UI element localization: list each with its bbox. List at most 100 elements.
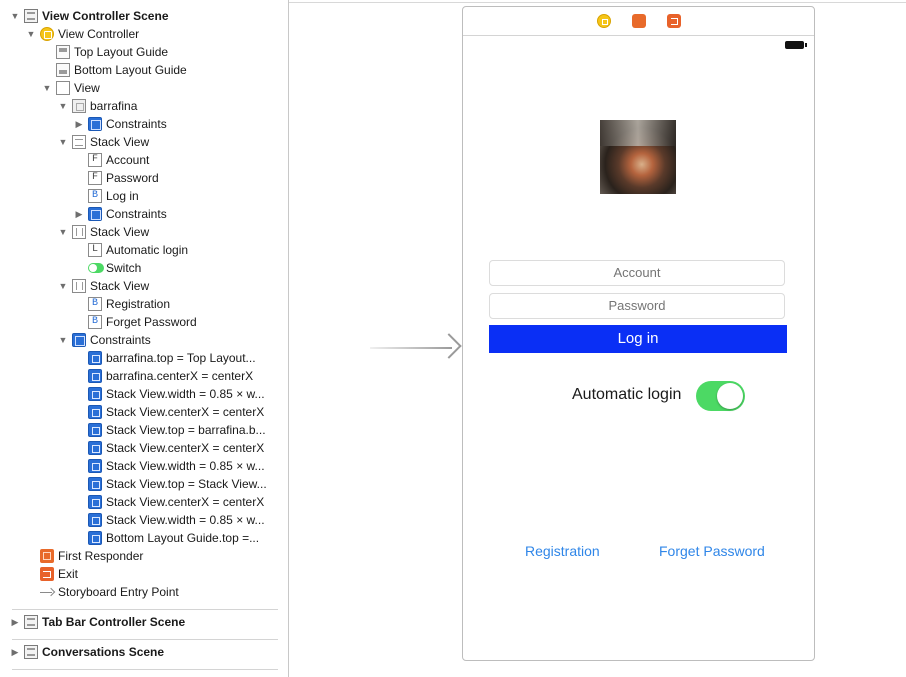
disclosure-expanded-icon[interactable]: ▼ bbox=[58, 277, 68, 295]
outline-row[interactable]: Switch bbox=[0, 259, 288, 277]
barrafina-image-view[interactable] bbox=[600, 120, 676, 194]
outline-row[interactable]: ▼ View bbox=[0, 79, 288, 97]
text-field-icon: F bbox=[88, 171, 102, 185]
outline-row[interactable]: ▼ View Controller bbox=[0, 25, 288, 43]
outline-item-label: Conversations Scene bbox=[42, 645, 165, 659]
outline-row[interactable]: Bottom Layout Guide bbox=[0, 61, 288, 79]
label-icon: L bbox=[88, 243, 102, 257]
outline-item-label: Bottom Layout Guide bbox=[74, 63, 187, 77]
constraint-icon bbox=[88, 351, 102, 365]
disclosure-expanded-icon[interactable]: ▼ bbox=[58, 97, 68, 115]
outline-row[interactable]: B Forget Password bbox=[0, 313, 288, 331]
exit-icon[interactable] bbox=[667, 14, 681, 28]
outline-row[interactable]: Stack View.top = Stack View... bbox=[0, 475, 288, 493]
forget-password-button[interactable]: Forget Password bbox=[659, 543, 765, 559]
outline-item-label: First Responder bbox=[58, 549, 144, 563]
switch-icon bbox=[88, 263, 104, 273]
first-responder-icon[interactable] bbox=[632, 14, 646, 28]
registration-button[interactable]: Registration bbox=[525, 543, 600, 559]
outline-row[interactable]: ▼ Stack View bbox=[0, 277, 288, 295]
outline-row[interactable]: B Registration bbox=[0, 295, 288, 313]
constraint-icon bbox=[88, 495, 102, 509]
outline-item-label: Automatic login bbox=[106, 243, 189, 257]
view-controller-frame[interactable]: Log in Automatic login Registration Forg… bbox=[462, 6, 815, 661]
switch-knob bbox=[717, 383, 743, 409]
disclosure-expanded-icon[interactable]: ▼ bbox=[26, 25, 36, 43]
outline-row[interactable]: ▶ Constraints bbox=[0, 205, 288, 223]
outline-item-label: Stack View bbox=[90, 135, 150, 149]
outline-row[interactable]: F Account bbox=[0, 151, 288, 169]
outline-row[interactable]: First Responder bbox=[0, 547, 288, 565]
outline-row[interactable]: barrafina.centerX = centerX bbox=[0, 367, 288, 385]
outline-row[interactable]: Exit bbox=[0, 565, 288, 583]
outline-row[interactable]: Stack View.top = barrafina.b... bbox=[0, 421, 288, 439]
outline-item-label: Stack View.width = 0.85 × w... bbox=[106, 387, 265, 401]
outline-row[interactable]: Stack View.width = 0.85 × w... bbox=[0, 385, 288, 403]
outline-row[interactable]: Top Layout Guide bbox=[0, 43, 288, 61]
disclosure-expanded-icon[interactable]: ▼ bbox=[58, 331, 68, 349]
outline-row[interactable]: Bottom Layout Guide.top =... bbox=[0, 529, 288, 547]
outline-item-label: Account bbox=[106, 153, 150, 167]
view-controller-icon bbox=[40, 27, 54, 41]
automatic-login-switch[interactable] bbox=[696, 381, 745, 411]
outline-item-label: Stack View.top = Stack View... bbox=[106, 477, 267, 491]
button-icon: B bbox=[88, 315, 102, 329]
outline-row[interactable]: Stack View.width = 0.85 × w... bbox=[0, 457, 288, 475]
view-controller-icon[interactable] bbox=[597, 14, 611, 28]
outline-row[interactable]: Stack View.centerX = centerX bbox=[0, 403, 288, 421]
account-field[interactable] bbox=[489, 260, 785, 286]
outline-item-label: View Controller bbox=[58, 27, 140, 41]
outline-row[interactable]: B Log in bbox=[0, 187, 288, 205]
battery-icon bbox=[785, 41, 807, 49]
exit-icon bbox=[40, 567, 54, 581]
outline-row[interactable]: ▼ barrafina bbox=[0, 97, 288, 115]
outline-row[interactable]: Stack View.centerX = centerX bbox=[0, 493, 288, 511]
outline-row[interactable]: Stack View.width = 0.85 × w... bbox=[0, 511, 288, 529]
constraints-icon bbox=[72, 333, 86, 347]
outline-row[interactable]: F Password bbox=[0, 169, 288, 187]
automatic-login-label: Automatic login bbox=[572, 386, 682, 403]
outline-item-label: barrafina bbox=[90, 99, 138, 113]
outline-row[interactable]: ▼ Constraints bbox=[0, 331, 288, 349]
outline-item-label: Constraints bbox=[106, 207, 167, 221]
horizontal-stack-view-icon bbox=[72, 279, 86, 293]
outline-row[interactable]: ▶ Conversations Scene bbox=[0, 643, 288, 661]
disclosure-expanded-icon[interactable]: ▼ bbox=[10, 7, 20, 25]
outline-item-label: Password bbox=[106, 171, 159, 185]
scene-icon bbox=[24, 9, 38, 23]
disclosure-expanded-icon[interactable]: ▼ bbox=[42, 79, 52, 97]
bottom-layout-guide-icon bbox=[56, 63, 70, 77]
password-field[interactable] bbox=[489, 293, 785, 319]
outline-item-label: Bottom Layout Guide.top =... bbox=[106, 531, 260, 545]
disclosure-expanded-icon[interactable]: ▼ bbox=[58, 223, 68, 241]
outline-item-label: Registration bbox=[106, 297, 171, 311]
disclosure-collapsed-icon[interactable]: ▶ bbox=[74, 115, 84, 133]
outline-row[interactable]: L Automatic login bbox=[0, 241, 288, 259]
outline-row[interactable]: ▼ View Controller Scene bbox=[0, 7, 288, 25]
constraint-icon bbox=[88, 531, 102, 545]
disclosure-collapsed-icon[interactable]: ▶ bbox=[74, 205, 84, 223]
button-icon: B bbox=[88, 297, 102, 311]
storyboard-entry-point-icon bbox=[40, 585, 54, 599]
canvas-top-divider bbox=[289, 2, 906, 3]
outline-row[interactable]: Stack View.centerX = centerX bbox=[0, 439, 288, 457]
outline-item-label: Constraints bbox=[90, 333, 151, 347]
login-button[interactable]: Log in bbox=[489, 325, 787, 353]
outline-item-label: Stack View.centerX = centerX bbox=[106, 441, 265, 455]
outline-row[interactable]: ▼ Stack View bbox=[0, 223, 288, 241]
vertical-stack-view-icon bbox=[72, 135, 86, 149]
outline-row[interactable]: ▶ Tab Bar Controller Scene bbox=[0, 613, 288, 631]
outline-item-label: Exit bbox=[58, 567, 79, 581]
outline-row[interactable]: Storyboard Entry Point bbox=[0, 583, 288, 601]
constraint-icon bbox=[88, 387, 102, 401]
scene-separator bbox=[12, 609, 278, 610]
outline-item-label: Stack View.width = 0.85 × w... bbox=[106, 513, 265, 527]
outline-item-label: Storyboard Entry Point bbox=[58, 585, 179, 599]
disclosure-collapsed-icon[interactable]: ▶ bbox=[10, 643, 20, 661]
outline-item-label: Top Layout Guide bbox=[74, 45, 169, 59]
outline-row[interactable]: ▼ Stack View bbox=[0, 133, 288, 151]
outline-row[interactable]: ▶ Constraints bbox=[0, 115, 288, 133]
disclosure-collapsed-icon[interactable]: ▶ bbox=[10, 613, 20, 631]
outline-row[interactable]: barrafina.top = Top Layout... bbox=[0, 349, 288, 367]
disclosure-expanded-icon[interactable]: ▼ bbox=[58, 133, 68, 151]
